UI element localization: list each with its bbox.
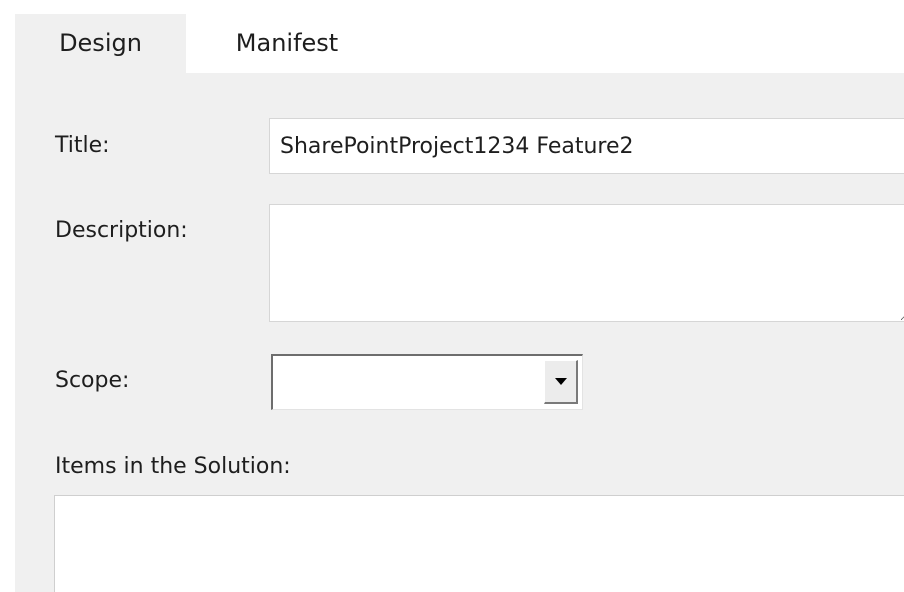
title-label: Title: xyxy=(55,133,110,158)
description-field[interactable] xyxy=(269,204,904,322)
title-field[interactable] xyxy=(269,118,904,174)
feature-designer-window: Design Manifest Title: Description: Scop… xyxy=(0,0,904,592)
items-in-solution-list[interactable] xyxy=(54,495,904,592)
dropdown-arrow-icon xyxy=(554,378,567,385)
design-panel: Title: Description: Scope: Items in the … xyxy=(15,73,904,592)
description-label: Description: xyxy=(55,218,188,243)
tab-strip: Design Manifest xyxy=(0,0,904,73)
scope-dropdown-button[interactable] xyxy=(544,360,578,404)
scope-label: Scope: xyxy=(55,368,130,393)
tab-design[interactable]: Design xyxy=(15,14,186,73)
tab-manifest[interactable]: Manifest xyxy=(202,14,372,73)
scope-select[interactable] xyxy=(271,354,583,410)
items-in-solution-label: Items in the Solution: xyxy=(55,454,291,479)
